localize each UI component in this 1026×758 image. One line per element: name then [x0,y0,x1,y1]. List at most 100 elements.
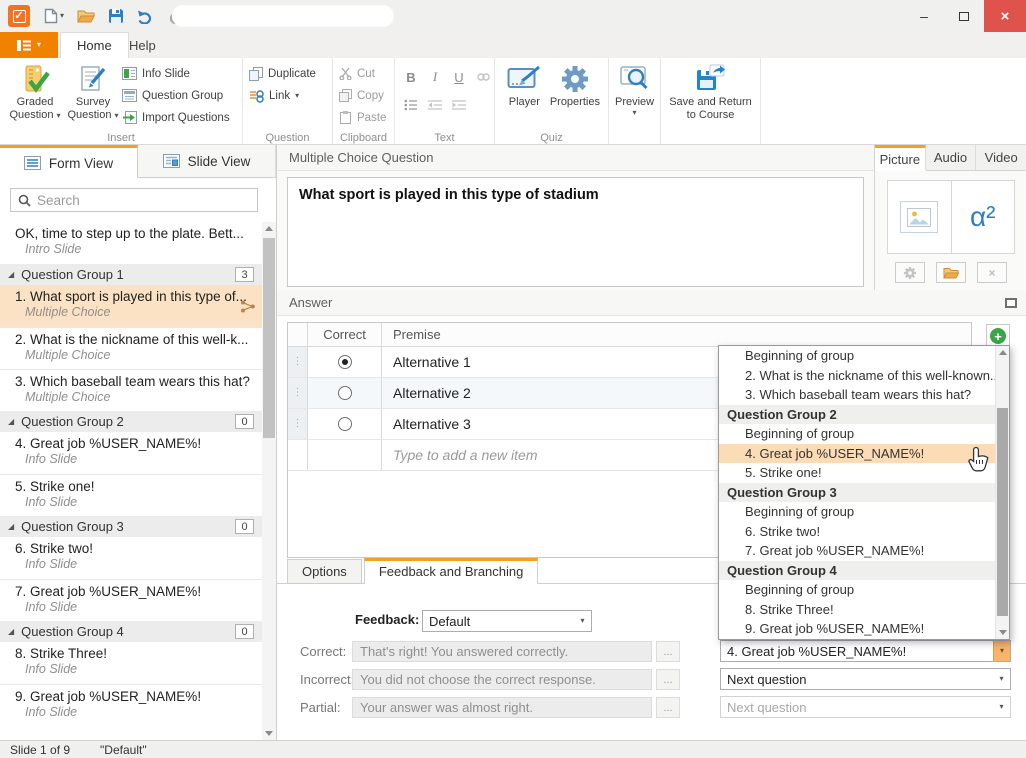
tab-slide-view[interactable]: Slide View [138,145,276,178]
tab-audio[interactable]: Audio [926,145,977,170]
scrollbar-thumb[interactable] [997,408,1008,616]
correct-feedback-field[interactable]: That's right! You answered correctly. [352,641,652,662]
player-button[interactable]: Player [501,60,548,109]
scrollbar-thumb[interactable] [263,238,275,438]
correct-feedback-more-button[interactable]: ... [656,641,680,662]
close-button[interactable]: × [984,0,1026,32]
drag-handle[interactable]: ⋮ [288,409,308,439]
question-text-editor[interactable]: What sport is played in this type of sta… [287,177,864,287]
list-item-q3[interactable]: 3. Which baseball team wears this hat? M… [0,369,262,411]
new-quiz-button[interactable]: ▾ [42,5,66,27]
properties-button[interactable]: Properties [548,60,602,109]
dropdown-option[interactable]: 5. Strike one! [719,463,995,483]
link-button[interactable]: Link ▾ [249,87,316,104]
partial-feedback-more-button[interactable]: ... [656,697,680,718]
list-item-s4[interactable]: 4. Great job %USER_NAME%! Info Slide [0,432,262,474]
paste-button[interactable]: Paste [339,109,386,126]
group-header-1[interactable]: ◢ Question Group 1 3 [0,264,262,285]
dropdown-scrollbar[interactable] [995,346,1009,639]
info-slide-button[interactable]: Info Slide [122,65,230,82]
copy-button[interactable]: Copy [339,87,386,104]
graded-question-button[interactable]: Graded Question ▾ [6,60,64,122]
search-input[interactable] [37,193,250,208]
incorrect-branch-caret-icon[interactable]: ▾ [993,669,1010,689]
dropdown-option[interactable]: Beginning of group [719,424,995,444]
expander-icon[interactable]: ◢ [8,417,14,426]
dropdown-option-highlighted[interactable]: 4. Great job %USER_NAME%! [719,444,995,464]
list-item-s7[interactable]: 7. Great job %USER_NAME%! Info Slide [0,579,262,621]
incorrect-feedback-field[interactable]: You did not choose the correct response. [352,669,652,690]
correct-branch-select[interactable]: 4. Great job %USER_NAME%! ▾ [720,640,1011,662]
dropdown-option[interactable]: 2. What is the nickname of this well-kno… [719,366,995,386]
list-item-q2[interactable]: 2. What is the nickname of this well-k..… [0,327,262,369]
underline-button[interactable]: U [449,68,469,86]
undo-button[interactable] [135,5,156,27]
dropdown-option[interactable]: 8. Strike Three! [719,600,995,620]
feedback-select-caret-icon[interactable]: ▾ [574,611,591,631]
tab-picture[interactable]: Picture [875,145,926,171]
dropdown-option[interactable]: Beginning of group [719,346,995,366]
decrease-indent-button[interactable] [425,96,445,114]
save-button[interactable] [106,5,126,27]
group-header-3[interactable]: ◢ Question Group 3 0 [0,516,262,537]
media-browse-button[interactable] [936,262,966,283]
tab-form-view[interactable]: Form View [0,145,138,178]
expander-icon[interactable]: ◢ [8,522,14,531]
tab-video[interactable]: Video [976,145,1026,170]
slide-list-scrollbar[interactable] [262,222,276,740]
bold-button[interactable]: B [401,68,421,86]
minimize-button[interactable]: – [904,0,944,32]
group-header-2[interactable]: ◢ Question Group 2 0 [0,411,262,432]
correct-radio-1[interactable] [338,355,352,369]
add-equation-button[interactable]: α² [952,181,1015,253]
list-item-q1[interactable]: 1. What sport is played in this type of.… [0,285,262,327]
dropdown-option[interactable]: 3. Which baseball team wears this hat? [719,385,995,405]
partial-branch-select[interactable]: Next question ▾ [720,696,1011,718]
list-item-intro[interactable]: OK, time to step up to the plate. Bett..… [0,222,262,264]
scroll-down-icon[interactable] [265,731,273,736]
tab-help[interactable]: Help [113,32,172,58]
expand-answer-icon[interactable] [1005,298,1017,308]
preview-button[interactable]: Preview ▾ [615,60,654,117]
expander-icon[interactable]: ◢ [8,270,14,279]
dropdown-option[interactable]: Beginning of group [719,580,995,600]
media-remove-button[interactable]: × [977,262,1007,283]
incorrect-feedback-more-button[interactable]: ... [656,669,680,690]
dropdown-option[interactable]: Beginning of group [719,502,995,522]
bullet-list-button[interactable] [401,96,421,114]
list-item-s5[interactable]: 5. Strike one! Info Slide [0,474,262,516]
maximize-button[interactable] [944,0,984,32]
search-box[interactable] [10,188,258,212]
open-button[interactable] [75,5,97,27]
list-item-s8[interactable]: 8. Strike Three! Info Slide [0,642,262,684]
save-return-button[interactable]: Save and Return to Course [667,60,754,122]
survey-question-button[interactable]: Survey Question ▾ [64,60,122,122]
partial-feedback-field[interactable]: Your answer was almost right. [352,697,652,718]
correct-radio-3[interactable] [338,417,352,431]
question-group-button[interactable]: Question Group [122,87,230,104]
feedback-type-select[interactable]: Default ▾ [422,610,592,632]
media-settings-button[interactable] [895,262,925,283]
dropdown-option[interactable]: 6. Strike two! [719,522,995,542]
correct-branch-caret-icon[interactable]: ▾ [993,641,1010,661]
list-item-s9[interactable]: 9. Great job %USER_NAME%! Info Slide [0,684,262,726]
dropdown-option[interactable]: 7. Great job %USER_NAME%! [719,541,995,561]
increase-indent-button[interactable] [449,96,469,114]
group-header-4[interactable]: ◢ Question Group 4 0 [0,621,262,642]
app-menu-button[interactable]: ▾ [0,32,58,58]
scroll-up-icon[interactable] [265,226,273,231]
add-picture-button[interactable] [888,181,952,253]
dropdown-option[interactable]: 9. Great job %USER_NAME%! [719,619,995,639]
incorrect-branch-select[interactable]: Next question ▾ [720,668,1011,690]
drag-handle[interactable]: ⋮ [288,378,308,408]
hyperlink-button[interactable] [473,68,493,86]
list-item-s6[interactable]: 6. Strike two! Info Slide [0,537,262,579]
correct-radio-2[interactable] [338,386,352,400]
tab-options[interactable]: Options [287,559,362,583]
cut-button[interactable]: Cut [339,65,386,82]
tab-feedback-branching[interactable]: Feedback and Branching [364,558,539,584]
scroll-down-icon[interactable] [999,630,1007,635]
duplicate-button[interactable]: Duplicate [249,65,316,82]
scroll-up-icon[interactable] [999,350,1007,355]
expander-icon[interactable]: ◢ [8,627,14,636]
